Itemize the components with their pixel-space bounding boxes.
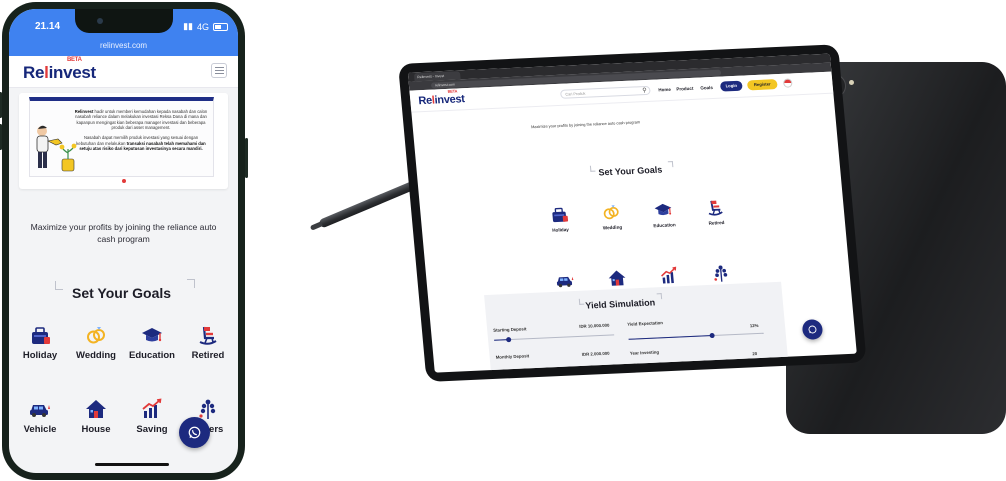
whatsapp-button[interactable] [801,319,824,340]
slider-fill [628,335,713,340]
nav-link-goals[interactable]: Goals [700,85,713,91]
goal-label: Education [653,222,676,229]
goal-label: Wedding [602,224,623,231]
starting-deposit-value: IDR 10.000.000 [579,322,610,329]
title-bracket-left [578,298,585,305]
goal-label: Retired [708,220,725,226]
starting-deposit-label: Starting Deposit [493,326,527,333]
car-icon [556,276,574,288]
house-icon [608,270,626,286]
title-bracket-right [656,293,663,300]
starting-deposit-slider[interactable] [494,334,615,343]
yield-expectation-slider[interactable] [628,332,764,340]
goals-title: Set Your Goals [598,164,663,178]
goal-item-holiday[interactable]: Holiday [538,203,581,233]
goal-item-wedding[interactable]: Wedding [590,201,633,231]
login-button[interactable]: Login [719,80,743,92]
graduation-cap-icon [654,203,672,216]
language-flag-icon[interactable] [782,78,793,88]
yield-expectation-value: 12% [749,322,759,329]
yield-simulation-title: Yield Simulation [584,297,656,311]
rings-icon [603,205,619,220]
chart-up-icon [661,266,677,284]
nav-link-home[interactable]: Home [658,87,671,93]
plant-icon [714,265,728,282]
goal-item-education[interactable]: Education [642,199,685,229]
tablet-screen: Relinvest - Invest relinvest.com Relinve… [407,53,857,373]
goal-label: Holiday [552,227,570,233]
whatsapp-icon [808,325,817,334]
nav-link-product[interactable]: Product [676,86,693,92]
yield-expectation-label: Yield Expectation [627,320,664,327]
tablet-device: Relinvest - Invest relinvest.com Relinve… [398,44,867,382]
year-investing-label: Year Investing [629,349,660,356]
rocking-chair-icon [708,200,723,216]
slider-handle[interactable] [505,337,512,343]
goal-item-retired[interactable]: Retired [694,196,737,226]
title-bracket-left [589,165,596,172]
beta-badge: BETA [447,88,458,94]
monthly-deposit-label: Monthly Deposit [495,353,530,360]
monthly-deposit-value: IDR 2.000.000 [581,350,610,357]
search-icon[interactable]: ⚲ [642,87,647,94]
register-button[interactable]: Register [746,79,778,91]
slider-handle[interactable] [709,332,716,339]
relinvest-logo[interactable]: Relinvest BETA [418,88,465,107]
search-input[interactable]: Cari Produk [559,85,651,99]
tagline: Maximize your profits by joining the rel… [530,119,641,130]
year-investing-value: 20 [752,351,758,357]
title-bracket-right [667,161,674,168]
suitcase-icon [552,207,569,223]
